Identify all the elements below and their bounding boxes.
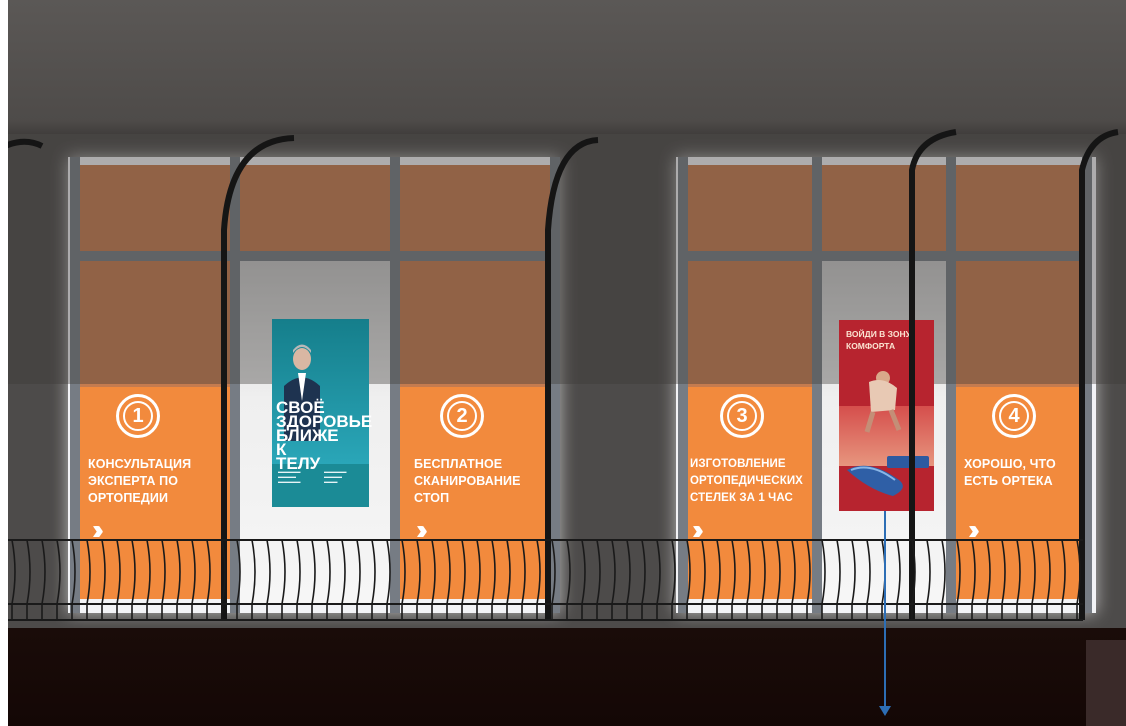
baluster (566, 539, 571, 620)
baluster (281, 539, 286, 620)
baluster (716, 539, 721, 620)
baluster (176, 539, 181, 620)
baluster (116, 539, 121, 620)
baluster (971, 539, 976, 620)
baluster (161, 539, 166, 620)
baluster (821, 539, 826, 620)
baluster (656, 539, 661, 620)
baluster (446, 539, 451, 620)
down-arrow-icon (879, 706, 891, 716)
baluster (236, 539, 241, 620)
baluster (851, 539, 856, 620)
baluster (86, 539, 91, 620)
baluster (311, 539, 316, 620)
baluster (56, 539, 61, 620)
baluster (521, 539, 526, 620)
baluster (101, 539, 106, 620)
baluster (536, 539, 541, 620)
baluster (1031, 539, 1036, 620)
baluster (341, 539, 346, 620)
baluster (611, 539, 616, 620)
baluster (266, 539, 271, 620)
storefront-scene: 1 КОНСУЛЬТАЦИЯ ЭКСПЕРТА ПО ОРТОПЕДИИ ›››… (8, 0, 1126, 726)
baluster (386, 539, 391, 620)
right-edge (1086, 640, 1126, 726)
baluster (146, 539, 151, 620)
baluster (731, 539, 736, 620)
baluster (506, 539, 511, 620)
baluster (761, 539, 766, 620)
baluster (791, 539, 796, 620)
arrow-line (884, 511, 886, 713)
baluster (626, 539, 631, 620)
baluster (686, 539, 691, 620)
baluster (11, 539, 16, 620)
baluster (326, 539, 331, 620)
baluster (836, 539, 841, 620)
baluster (641, 539, 646, 620)
baluster (926, 539, 931, 620)
baluster (71, 539, 76, 620)
baluster (401, 539, 406, 620)
baluster (551, 539, 556, 620)
baluster (1061, 539, 1066, 620)
baluster (206, 539, 211, 620)
baluster (26, 539, 31, 620)
baluster (41, 539, 46, 620)
baluster (1001, 539, 1006, 620)
baluster (986, 539, 991, 620)
baluster (491, 539, 496, 620)
baluster (701, 539, 706, 620)
baluster (296, 539, 301, 620)
floor (8, 628, 1126, 726)
baluster (806, 539, 811, 620)
baluster (416, 539, 421, 620)
baluster (356, 539, 361, 620)
baluster (461, 539, 466, 620)
baluster (191, 539, 196, 620)
baluster (251, 539, 256, 620)
baluster (581, 539, 586, 620)
baluster (1016, 539, 1021, 620)
baluster (671, 539, 676, 620)
baluster (131, 539, 136, 620)
baluster (956, 539, 961, 620)
baluster (1046, 539, 1051, 620)
baluster (431, 539, 436, 620)
baluster (776, 539, 781, 620)
baluster (746, 539, 751, 620)
railing (8, 129, 1119, 621)
baluster (941, 539, 946, 620)
baluster (371, 539, 376, 620)
baluster (866, 539, 871, 620)
baluster (896, 539, 901, 620)
baluster (476, 539, 481, 620)
baluster (596, 539, 601, 620)
